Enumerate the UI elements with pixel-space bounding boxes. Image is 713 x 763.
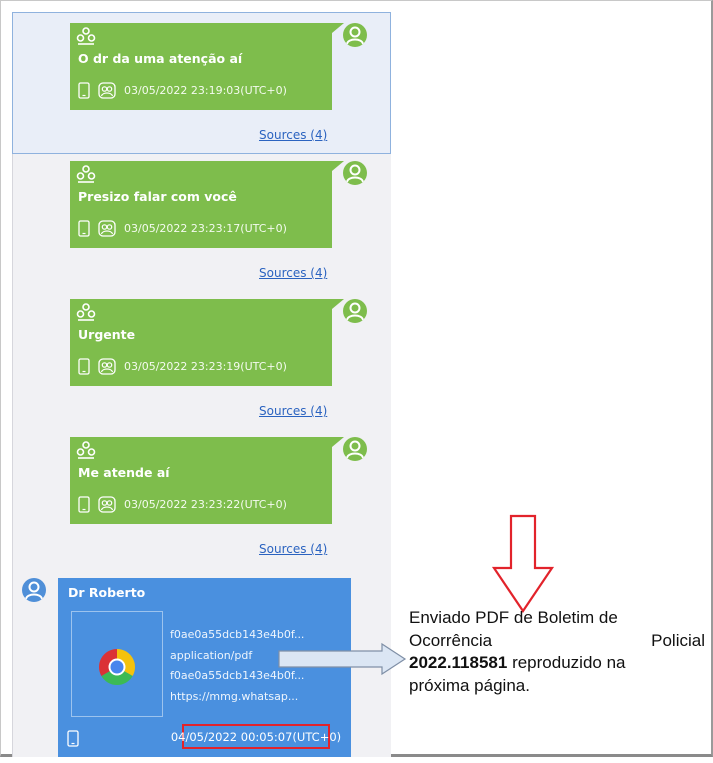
message-timestamp: 03/05/2022 23:23:19(UTC+0) [124, 360, 287, 373]
user-avatar-icon [343, 161, 367, 185]
annotation-line-1: Enviado PDF de Boletim de [409, 608, 618, 627]
annotation-word-policial: Policial [651, 630, 705, 650]
group-icon [76, 441, 96, 459]
sender-avatar-icon [22, 578, 46, 602]
phone-icon [78, 496, 90, 513]
phone-icon [67, 730, 79, 747]
message-meta: 03/05/2022 23:23:22(UTC+0) [78, 496, 287, 513]
message-meta: 03/05/2022 23:23:19(UTC+0) [78, 358, 287, 375]
message-timestamp: 03/05/2022 23:23:17(UTC+0) [124, 222, 287, 235]
message-meta: 03/05/2022 23:19:03(UTC+0) [78, 82, 287, 99]
group-icon [76, 303, 96, 321]
right-arrow-icon [278, 642, 407, 676]
message-text: Urgente [78, 327, 136, 342]
read-status-icon [98, 496, 116, 513]
annotation-line-4: próxima página. [409, 675, 530, 695]
message-bubble[interactable]: Presizo falar com você 03/05/2022 23:23:… [70, 161, 344, 248]
phone-icon [78, 358, 90, 375]
file-url[interactable]: https://mmg.whatsap... [170, 687, 304, 708]
group-icon [76, 27, 96, 45]
message-timestamp: 03/05/2022 23:23:22(UTC+0) [124, 498, 287, 511]
sources-link[interactable]: Sources (4) [259, 266, 327, 280]
user-avatar-icon [343, 23, 367, 47]
file-attachment[interactable] [71, 611, 163, 717]
chrome-icon [98, 649, 136, 686]
user-avatar-icon [343, 437, 367, 461]
annotation-line-3-rest: reproduzido na [507, 653, 626, 672]
down-arrow-icon [491, 514, 555, 613]
message-meta: 03/05/2022 23:23:17(UTC+0) [78, 220, 287, 237]
message-bubble[interactable]: Me atende aí 03/05/2022 23:23:22(UTC+0) [70, 437, 344, 524]
bulletin-number: 2022.118581 [409, 653, 508, 672]
sources-link[interactable]: Sources (4) [259, 128, 327, 142]
annotation-line-2: Ocorrência Policial [409, 630, 705, 653]
message-timestamp: 03/05/2022 23:19:03(UTC+0) [124, 84, 287, 97]
user-avatar-icon [343, 299, 367, 323]
sources-link[interactable]: Sources (4) [259, 542, 327, 556]
annotation-word-ocorrencia: Ocorrência [409, 630, 493, 650]
read-status-icon [98, 220, 116, 237]
sender-name: Dr Roberto [68, 585, 146, 600]
annotation-line-3: 2022.118581 reproduzido na [409, 652, 713, 675]
message-text: O dr da uma atenção aí [78, 51, 243, 66]
highlighted-timestamp: 04/05/2022 00:05:07(UTC+0) [171, 724, 341, 749]
read-status-icon [98, 82, 116, 99]
sources-link[interactable]: Sources (4) [259, 404, 327, 418]
message-text: Presizo falar com você [78, 189, 237, 204]
message-bubble[interactable]: O dr da uma atenção aí 03/05/2022 23:19:… [70, 23, 344, 110]
phone-icon [78, 220, 90, 237]
message-bubble[interactable]: Urgente 03/05/2022 23:23:19(UTC+0) [70, 299, 344, 386]
message-text: Me atende aí [78, 465, 170, 480]
group-icon [76, 165, 96, 183]
phone-icon [78, 82, 90, 99]
read-status-icon [98, 358, 116, 375]
annotation-note: Enviado PDF de Boletim de Ocorrência Pol… [409, 607, 713, 697]
